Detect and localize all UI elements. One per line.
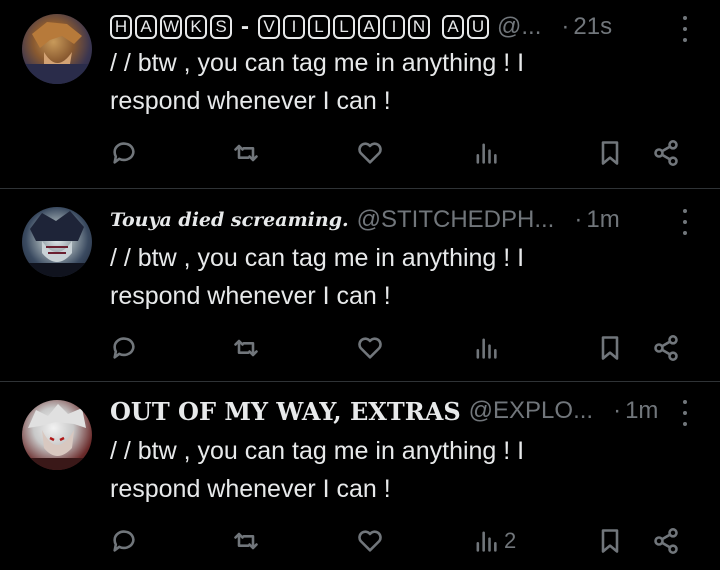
views-chart-icon: [476, 338, 497, 359]
bookmark-button[interactable]: [596, 136, 624, 170]
action-bar: [0, 331, 720, 365]
heart-icon: [358, 337, 382, 359]
reply-button[interactable]: [110, 524, 138, 558]
post-text: / / btw , you can tag me in anything ! I…: [110, 432, 680, 508]
share-icon: [654, 140, 678, 166]
name-letter: K: [185, 15, 207, 39]
name-letter: I: [383, 15, 405, 39]
share-icon: [654, 335, 678, 361]
like-button[interactable]: [356, 136, 384, 170]
user-handle[interactable]: @STITCHEDPH...: [357, 206, 555, 234]
name-letter: H: [110, 15, 132, 39]
action-bar: 2: [0, 524, 720, 558]
more-options-icon[interactable]: [680, 400, 690, 426]
reply-icon: [113, 530, 135, 552]
name-letter: A: [358, 15, 380, 39]
repost-button[interactable]: [232, 524, 260, 558]
more-options-icon[interactable]: [680, 209, 690, 235]
display-name[interactable]: Touya died screaming.: [110, 209, 349, 231]
more-options-icon[interactable]: [680, 16, 690, 42]
views-button[interactable]: [472, 331, 504, 365]
avatar-illustration: [22, 404, 92, 470]
bookmark-icon: [601, 141, 619, 165]
timeline-feed: H A W K S - V I L L A I N A U @... · 21s: [0, 0, 720, 570]
post-text-line: respond whenever I can !: [110, 475, 391, 503]
action-bar: [0, 136, 720, 170]
avatar-illustration: [22, 22, 92, 84]
avatar[interactable]: [22, 400, 92, 470]
separator-dot: ·: [613, 397, 622, 424]
separator-dot: ·: [574, 206, 583, 233]
name-letter: L: [308, 15, 330, 39]
heart-icon: [358, 142, 382, 164]
post-time[interactable]: 1m: [625, 397, 658, 425]
bookmark-button[interactable]: [596, 331, 624, 365]
post-text-line: respond whenever I can !: [110, 282, 391, 310]
name-letter: U: [467, 15, 489, 39]
share-button[interactable]: [652, 524, 680, 558]
avatar[interactable]: [22, 207, 92, 277]
share-icon: [654, 528, 678, 554]
name-letter: I: [283, 15, 305, 39]
post-text-line: / / btw , you can tag me in anything ! I: [110, 244, 525, 272]
separator-dot: ·: [561, 13, 570, 40]
views-button[interactable]: [472, 136, 504, 170]
reply-icon: [113, 337, 135, 359]
post-text-line: / / btw , you can tag me in anything ! I: [110, 437, 525, 465]
name-letter: N: [408, 15, 430, 39]
repost-icon: [234, 339, 258, 357]
heart-icon: [358, 530, 382, 552]
reply-button[interactable]: [110, 331, 138, 365]
views-button[interactable]: 2: [472, 524, 516, 558]
reply-icon: [113, 142, 135, 164]
user-handle[interactable]: @EXPLO...: [469, 397, 593, 425]
name-separator: -: [241, 13, 249, 40]
post-time[interactable]: 21s: [573, 13, 612, 41]
avatar[interactable]: [22, 14, 92, 84]
repost-button[interactable]: [232, 136, 260, 170]
like-button[interactable]: [356, 524, 384, 558]
post-text-line: / / btw , you can tag me in anything ! I: [110, 49, 525, 77]
views-chart-icon: [476, 143, 497, 164]
display-name[interactable]: H A W K S - V I L L A I N A U: [110, 13, 489, 41]
bookmark-icon: [601, 336, 619, 360]
name-letter: A: [135, 15, 157, 39]
name-letter: S: [210, 15, 232, 39]
post-text-line: respond whenever I can !: [110, 87, 391, 115]
post[interactable]: Touya died screaming. @STITCHEDPH... · 1…: [0, 188, 720, 381]
post-header: OUT OF MY WAY, EXTRAS @EXPLO... · 1m: [110, 394, 660, 428]
post-text: / / btw , you can tag me in anything ! I…: [110, 239, 680, 315]
name-letter: L: [333, 15, 355, 39]
reply-button[interactable]: [110, 136, 138, 170]
views-chart-icon: [476, 531, 497, 552]
repost-button[interactable]: [232, 331, 260, 365]
name-letter: W: [160, 15, 182, 39]
views-count: 2: [504, 528, 517, 553]
user-handle[interactable]: @...: [497, 13, 541, 41]
repost-icon: [234, 532, 258, 550]
post-header: H A W K S - V I L L A I N A U @... · 21s: [110, 10, 660, 44]
name-letter: A: [442, 15, 464, 39]
post-time[interactable]: 1m: [586, 206, 619, 234]
like-button[interactable]: [356, 331, 384, 365]
share-button[interactable]: [652, 331, 680, 365]
post-header: Touya died screaming. @STITCHEDPH... · 1…: [110, 203, 660, 237]
post[interactable]: OUT OF MY WAY, EXTRAS @EXPLO... · 1m / /…: [0, 381, 720, 570]
avatar-illustration: [22, 211, 92, 277]
bookmark-button[interactable]: [596, 524, 624, 558]
bookmark-icon: [601, 529, 619, 553]
name-letter: V: [258, 15, 280, 39]
repost-icon: [234, 144, 258, 162]
display-name[interactable]: OUT OF MY WAY, EXTRAS: [110, 397, 461, 426]
post[interactable]: H A W K S - V I L L A I N A U @... · 21s: [0, 0, 720, 188]
post-text: / / btw , you can tag me in anything ! I…: [110, 44, 680, 120]
share-button[interactable]: [652, 136, 680, 170]
